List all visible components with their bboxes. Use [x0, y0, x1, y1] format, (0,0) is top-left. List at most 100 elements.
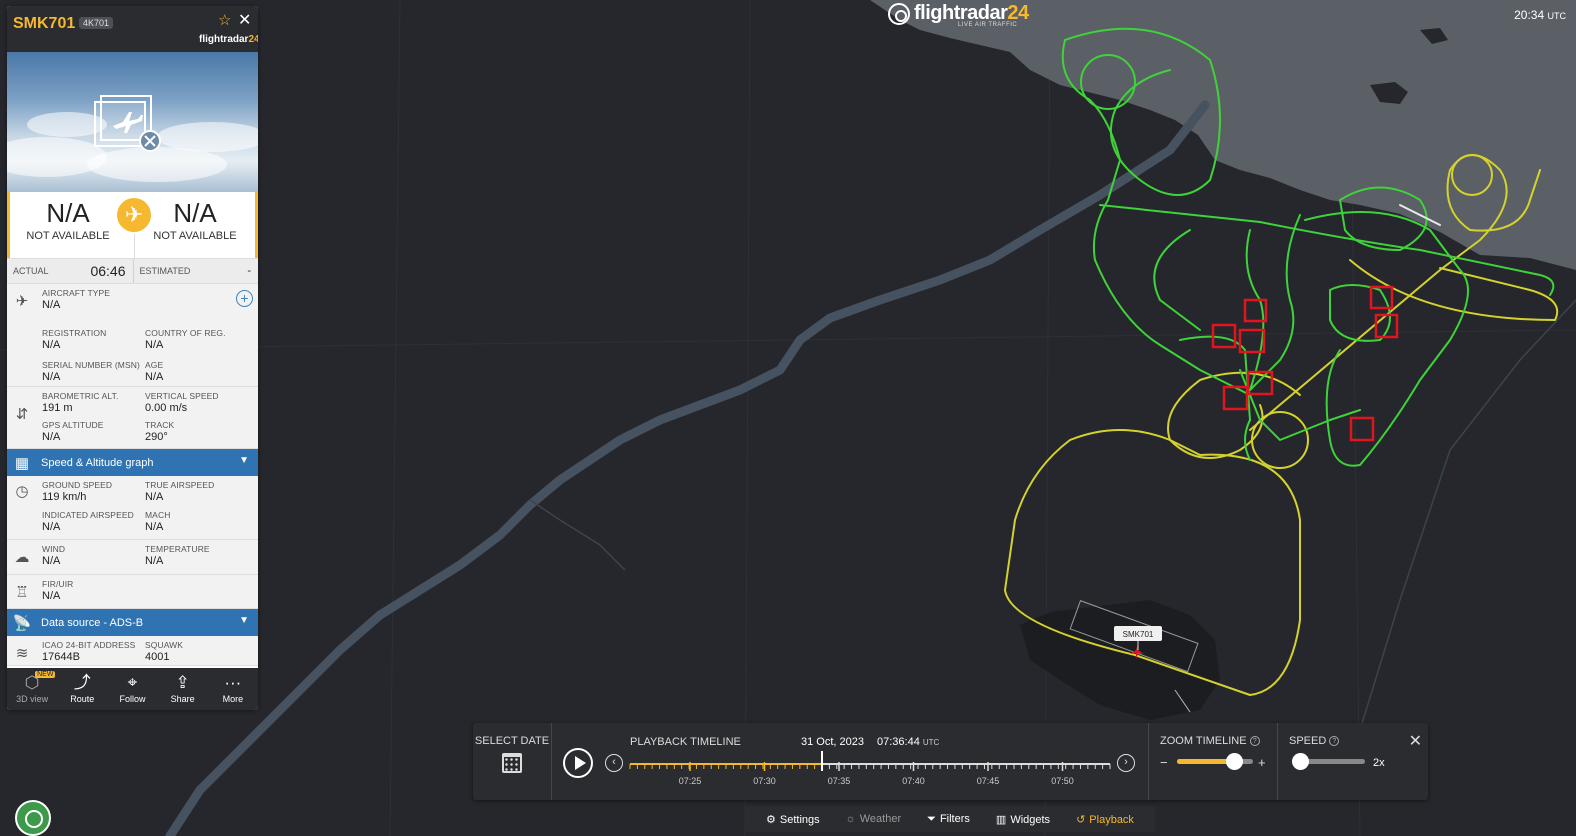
callsign: SMK701 [13, 15, 76, 32]
country-value: N/A [145, 339, 164, 351]
calendar-icon [502, 753, 522, 773]
playback-timeline-label: PLAYBACK TIMELINE [630, 736, 741, 748]
baro-label: BAROMETRIC ALT. [42, 391, 119, 401]
clock-zone: UTC [1547, 11, 1567, 21]
play-button[interactable] [563, 748, 593, 778]
data-source-toggle[interactable]: 📡 Data source - ADS-B ▼ [7, 609, 258, 636]
fr24-small-logo-text: flightradar [199, 34, 249, 45]
no-photo-icon [94, 95, 161, 152]
follow-icon: ⌖ [127, 673, 138, 692]
follow-label: Follow [119, 694, 146, 704]
panel-toolbar: ⬡ 3D view NEW ⤴ Route ⌖ Follow ⇪ Share ··· Mor… [7, 668, 258, 710]
select-date-label: SELECT DATE [474, 735, 550, 747]
gps-value: N/A [42, 431, 61, 443]
select-date-button[interactable]: SELECT DATE [473, 723, 551, 800]
playback-time-zone: UTC [922, 738, 940, 747]
destination-code: N/A [173, 198, 217, 228]
playback-time: 07:36:44 [877, 736, 920, 748]
aircraft-label[interactable]: SMK701 [1123, 630, 1154, 639]
weather-icon: ☼ [845, 813, 856, 825]
zoom-in-button[interactable]: + [1258, 755, 1266, 770]
close-icon[interactable]: ✕ [238, 10, 251, 30]
bottom-menu: ⚙ Settings ☼ Weather ⏷ Filters ▥ Widgets ↺ Pl… [745, 806, 1155, 832]
fir-label: FIR/UIR [42, 579, 74, 589]
temp-value: N/A [145, 555, 164, 567]
more-label: More [222, 694, 244, 704]
ias-label: INDICATED AIRSPEED [42, 510, 134, 520]
destination-airport[interactable]: N/A NOT AVAILABLE [140, 198, 250, 242]
more-button[interactable]: ··· More [209, 668, 257, 710]
tas-value: N/A [145, 491, 164, 503]
star-icon[interactable]: ☆ [218, 11, 231, 29]
zoom-timeline-control: ZOOM TIMELINE ? − + [1150, 723, 1278, 800]
clock-time: 20:34 [1514, 8, 1545, 22]
add-icon[interactable]: + [236, 290, 253, 307]
chevron-right-icon[interactable]: › [1117, 754, 1135, 772]
aircraft-photo[interactable] [7, 52, 258, 192]
help-icon[interactable]: ? [1249, 736, 1260, 746]
wind-value: N/A [42, 555, 61, 567]
age-value: N/A [145, 371, 164, 383]
baro-value: 191 m [42, 402, 73, 414]
destination-name: NOT AVAILABLE [153, 230, 237, 242]
map-layer-button[interactable] [15, 800, 51, 836]
timeline-tick-label: 07:50 [1051, 776, 1074, 786]
filters-label: Filters [939, 812, 970, 825]
speed-value: 2x [1373, 757, 1385, 769]
widgets-button[interactable]: ▥ Widgets [996, 813, 1050, 826]
close-playback-icon[interactable]: ✕ [1409, 731, 1422, 751]
graph-icon: ▦ [14, 454, 30, 472]
registration-label: REGISTRATION [42, 328, 107, 338]
flight-details: ✈ AIRCRAFT TYPE N/A REGISTRATION N/A COUNT… [7, 284, 258, 666]
3d-view-label: 3D view [16, 694, 49, 704]
tower-icon: ♖ [15, 584, 29, 601]
gps-label: GPS ALTITUDE [42, 420, 104, 430]
zoom-timeline-label: ZOOM TIMELINE [1160, 735, 1247, 747]
zoom-out-button[interactable]: − [1160, 755, 1168, 770]
help-icon[interactable]: ? [1329, 736, 1340, 746]
vspeed-value: 0.00 m/s [145, 402, 188, 414]
route-button[interactable]: ⤴ Route [58, 668, 106, 710]
fr24-small-logo-number: 24 [248, 34, 258, 45]
route-summary: N/A NOT AVAILABLE ✈ N/A NOT AVAILABLE [7, 192, 258, 258]
timeline-tick-label: 07:30 [753, 776, 776, 786]
speed-altitude-graph-toggle[interactable]: ▦ Speed & Altitude graph ▼ [7, 449, 258, 476]
playback-bar: SELECT DATE ‹ › PLAYBACK TIMELINE 31 Oct… [473, 723, 1428, 800]
fir-value: N/A [42, 590, 61, 602]
ias-value: N/A [42, 521, 61, 533]
chevron-down-icon: ▼ [239, 615, 249, 626]
playback-timeline[interactable]: 07:25 07:30 07:35 07:40 07:45 07:50 [628, 751, 1118, 791]
zoom-slider[interactable] [1177, 753, 1253, 770]
settings-label: Settings [779, 813, 820, 826]
share-button[interactable]: ⇪ Share [159, 668, 207, 710]
vspeed-label: VERTICAL SPEED [145, 391, 219, 401]
filter-icon: ⏷ [927, 812, 936, 825]
chevron-down-icon: ▼ [239, 455, 249, 466]
settings-button[interactable]: ⚙ Settings [766, 813, 820, 826]
filters-button[interactable]: ⏷ Filters [927, 813, 970, 826]
actual-time: 06:46 [90, 263, 126, 279]
chevron-left-icon[interactable]: ‹ [605, 754, 623, 772]
speed-control: SPEED ? 2x [1279, 723, 1399, 800]
estimated-time: - [247, 265, 251, 277]
aircraft-type-value: N/A [42, 299, 61, 311]
icao-label: ICAO 24-BIT ADDRESS [42, 640, 136, 650]
aircraft-icon-small: ✈ [15, 293, 29, 310]
temp-label: TEMPERATURE [145, 544, 210, 554]
timeline-tick-label: 07:25 [679, 776, 702, 786]
follow-button[interactable]: ⌖ Follow [108, 668, 156, 710]
origin-airport[interactable]: N/A NOT AVAILABLE [13, 198, 123, 242]
route-icon: ⤴ [73, 673, 91, 692]
brand-logo[interactable]: flightradar24 LIVE AIR TRAFFIC [888, 2, 1029, 28]
age-label: AGE [145, 360, 164, 370]
wind-label: WIND [42, 544, 66, 554]
3d-view-button[interactable]: ⬡ 3D view NEW [8, 668, 56, 710]
estimated-label: ESTIMATED [139, 266, 191, 276]
weather-button[interactable]: ☼ Weather [846, 813, 901, 825]
playback-time-wrap: 07:36:44 UTC [877, 736, 939, 748]
speed-slider[interactable] [1292, 753, 1365, 770]
new-badge: NEW [35, 671, 56, 678]
origin-name: NOT AVAILABLE [26, 230, 110, 242]
playback-button[interactable]: ↺ Playback [1076, 813, 1134, 826]
tas-label: TRUE AIRSPEED [145, 480, 215, 490]
